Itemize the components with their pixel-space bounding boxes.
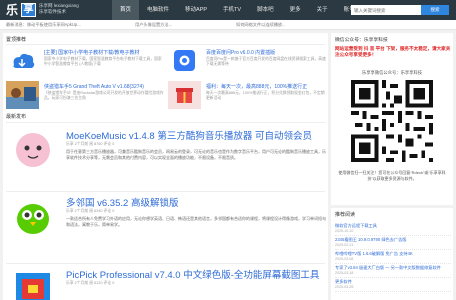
nav-pc-software[interactable]: 电脑软件	[139, 0, 177, 20]
divider	[6, 122, 325, 123]
recommend-item[interactable]: 侠盗猎车手5 Grand Theft Auto V v1.68(3274) 《侠…	[6, 81, 166, 111]
picpick-thumb	[6, 267, 60, 300]
sidebar: 微信公众号：乐享享科技 网站运营受到 抖 音 平台 下架，服务不太稳定，请大家关…	[331, 33, 453, 300]
recommend-title: 置顶推荐	[6, 37, 27, 43]
top-header: 乐 享 乐享网 lexiangxiang 乐享软件技术 首页 电脑软件 移动AP…	[0, 0, 456, 20]
list-item[interactable]: 专家了v3.84 极速大厂白版 — 另一款中文版数据修复软件 2025-03-18	[335, 264, 451, 278]
post-title[interactable]: 多邻国 v6.35.2 高级解锁版	[66, 195, 178, 209]
cloud-download-thumb	[6, 47, 39, 75]
wechat-title: 微信公众号：乐享享科技	[335, 38, 388, 43]
hot-item-title: 微软官方远程下载工具	[335, 223, 377, 228]
nav-tv[interactable]: 手机TV	[215, 0, 249, 20]
nav-about[interactable]: 关于	[309, 0, 336, 20]
hot-item-title: 2345看图王 10.9.0.9790 绿色去广告版	[335, 237, 407, 242]
nav-more[interactable]: 更多	[282, 0, 309, 20]
gta-thumb	[6, 81, 39, 109]
recommend-item-title: [主要] 国家中小学电子教材下载/教电子教材	[44, 50, 140, 56]
main-nav: 首页 电脑软件 移动APP 手机TV 脚本吧 更多 关于 账号 投稿	[112, 0, 390, 20]
baidu-app-thumb	[168, 47, 201, 75]
recommend-item-desc: 每天一次最高888元，100%推送行正，积分兑换领取现金红包，不定期更新活动	[206, 91, 325, 100]
post-meta: 乐享 2个月前 阅 5120 评论 0	[66, 281, 115, 285]
post-item[interactable]: PicPick Professional v7.4.0 中文绿色版-全功能屏幕截…	[6, 267, 326, 300]
recommend-item[interactable]: 百度百度问Pro v6.0.0 内置插版 百度问Pro是一款基于官方百度开发的百…	[168, 47, 328, 77]
post-meta: 乐享 2个月前 阅 8760 评论 0	[66, 142, 115, 146]
nav-scripts[interactable]: 脚本吧	[249, 0, 282, 20]
post-meta: 乐享 2个月前 阅 6240 评论 0	[66, 209, 115, 213]
wechat-card: 微信公众号：乐享享科技 网站运营受到 抖 音 平台 下架，服务不太稳定，请大家关…	[331, 33, 453, 205]
hot-item-date: 2025-03-08	[335, 257, 354, 261]
search-input[interactable]	[351, 5, 421, 15]
hot-item-date: 2025-02-21	[335, 243, 354, 247]
duolingo-thumb	[6, 195, 60, 239]
post-item[interactable]: MoeKoeMusic v1.4.8 第三方酷狗音乐播放器 可自动领会员 乐享 …	[6, 128, 326, 188]
divider	[6, 263, 325, 264]
post-desc: 用于任意第三方音乐播放器，可兼音乐酷狗音乐的会员，网易云的登录，可无论的音乐也是…	[66, 149, 326, 160]
recommend-item-desc: 国家中小学电子教材下载，国家智慧教育平台电子教材下载工具，国家中小学智慧教育平台…	[44, 57, 162, 66]
list-item[interactable]: 更多软件 2025-03-26	[335, 278, 451, 292]
nav-home[interactable]: 首页	[112, 0, 140, 20]
hot-item-title: 哔哩哔哩TV版 1.6.6破解版 免广告 支持4K	[335, 251, 413, 256]
hot-item-date: 2025-03-26	[335, 285, 354, 289]
latest-title: 最新发布	[6, 114, 27, 120]
qr-label: 乐享享微信公众号：乐享享科技	[361, 70, 423, 75]
logo-char: 乐	[6, 3, 19, 17]
recommend-item[interactable]: 福利：每天一次，最高888元，100%推送行正 每天一次最高888元，100%推…	[168, 81, 328, 111]
post-title[interactable]: MoeKoeMusic v1.4.8 第三方酷狗音乐播放器 可自动领会员	[66, 128, 312, 142]
list-item[interactable]: 2345看图王 10.9.0.9790 绿色去广告版 2025-02-21	[335, 236, 451, 250]
recommend-item-title: 侠盗猎车手5 Grand Theft Auto V v1.68(3274)	[44, 84, 144, 90]
hot-item-date: 2025-03-18	[335, 271, 354, 275]
hot-item-title: 更多软件	[335, 279, 352, 284]
wechat-note: 使用微信扫一扫关注！您可在公众号回复“Rdeck”或“乐享享科技”以获取更多资源…	[338, 170, 446, 181]
logo-subtitle: 乐享网 lexiangxiang 乐享软件技术	[39, 3, 79, 14]
logo-badge: 享	[21, 3, 36, 17]
search-button[interactable]: 搜索	[421, 5, 449, 15]
list-item[interactable]: 哔哩哔哩TV版 1.6.6破解版 免广告 支持4K 2025-03-08	[335, 250, 451, 264]
moekoe-thumb	[6, 128, 60, 172]
main-content: 置顶推荐 [主要] 国家中小学电子教材下载/教电子教材 国家中小学电子教材下载，…	[3, 33, 328, 300]
post-title[interactable]: PicPick Professional v7.4.0 中文绿色版-全功能屏幕截…	[66, 267, 319, 281]
recommended-reading: 推荐阅读 微软官方远程下载工具 2025-10-10 2345看图王 10.9.0…	[331, 208, 453, 300]
hot-item-title: 专家了v3.84 极速大厂白版 — 另一款中文版数据修复软件	[335, 265, 441, 270]
list-item[interactable]: 微软官方远程下载工具 2025-10-10	[335, 222, 451, 236]
ticker-item-left[interactable]: 最新消息：移动平板使用乐享网ApkUp...	[6, 22, 81, 28]
recommend-item-title: 福利：每天一次，最高888元，100%推送行正	[206, 84, 308, 90]
hot-title: 推荐阅读	[335, 212, 356, 218]
hot-list: 微软官方远程下载工具 2025-10-10 2345看图王 10.9.0.9790…	[335, 222, 451, 292]
gift-thumb	[168, 81, 201, 109]
wechat-notice: 网站运营受到 抖 音 平台 下架，服务不太稳定，请大家关注公众号享受更多！	[335, 46, 451, 57]
hot-item-date: 2025-10-10	[335, 229, 354, 233]
recommend-item-title: 百度百度问Pro v6.0.0 内置插版	[206, 50, 276, 56]
ticker-item-mid[interactable]: 用户头像设置方法...	[135, 22, 172, 28]
recommend-item-desc: 《侠盗猎车手5》是由Rockstar游戏公司开发的开放世界动作冒险游戏作品，玩家…	[44, 91, 164, 100]
qr-code-icon	[351, 80, 433, 162]
nav-mobile-app[interactable]: 移动APP	[177, 0, 215, 20]
notice-ticker: 最新消息：移动平板使用乐享网ApkUp... 用户头像设置方法... 如何网络文…	[0, 20, 456, 30]
site-logo[interactable]: 乐 享 乐享网 lexiangxiang 乐享软件技术	[6, 2, 79, 18]
post-desc: 一款适合所有人免费学习外语的应用，无论你想学英语、日语、韩语还是其他语言，多邻国…	[66, 216, 326, 227]
ticker-item-right[interactable]: 如何网络文件以连续播放...	[236, 22, 286, 28]
recommend-item[interactable]: [主要] 国家中小学电子教材下载/教电子教材 国家中小学电子教材下载，国家智慧教…	[6, 47, 166, 77]
divider	[6, 44, 325, 45]
recommend-item-desc: 百度问Pro是一款基于官方百度开发的百度网盘在线资源搜索工具，高速下载无需等待	[206, 57, 326, 66]
divider	[6, 191, 325, 192]
post-item[interactable]: 多邻国 v6.35.2 高级解锁版 乐享 2个月前 阅 6240 评论 0 一款…	[6, 195, 326, 261]
